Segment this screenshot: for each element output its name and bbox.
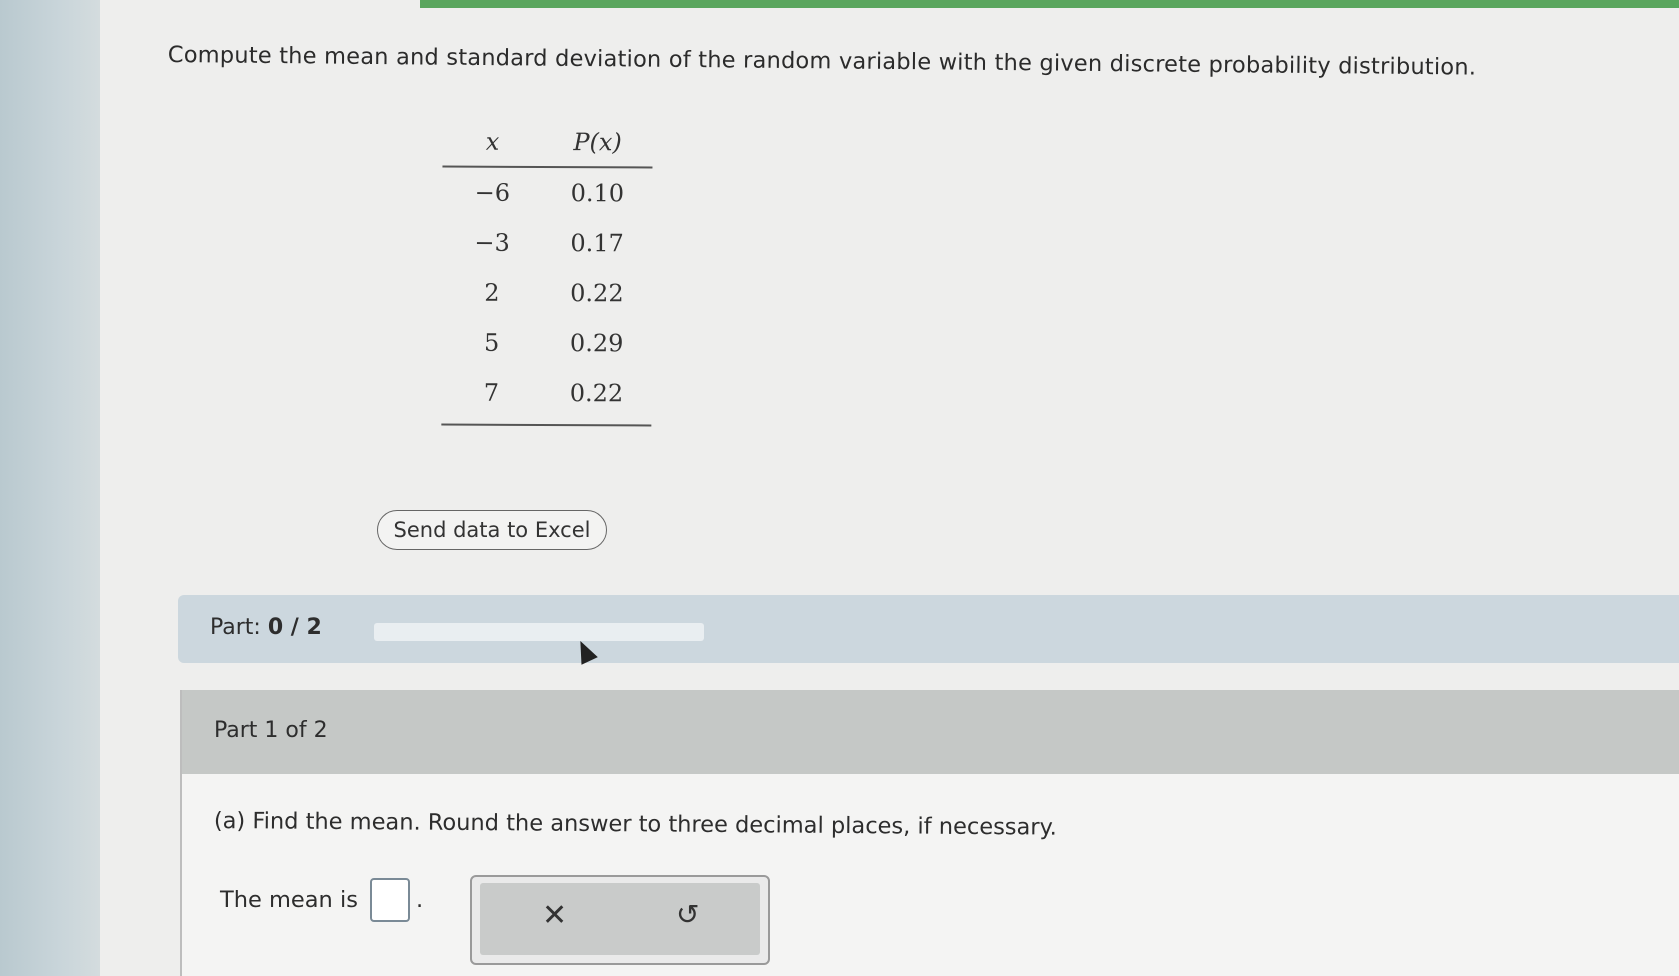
part-progress-label: Part: 0 / 2 xyxy=(210,615,322,640)
part-label-text: Part: xyxy=(210,615,261,640)
part-progress-bar: Part: 0 / 2 xyxy=(178,595,1679,663)
cell-px: 0.29 xyxy=(569,329,624,358)
cell-px: 0.17 xyxy=(570,229,624,258)
mean-answer-line: The mean is . xyxy=(220,878,423,922)
mean-label: The mean is xyxy=(220,887,358,913)
question-a-text: (a) Find the mean. Round the answer to t… xyxy=(213,808,1057,841)
header-x: x xyxy=(485,127,500,156)
cell-x: −3 xyxy=(474,228,510,257)
table-header: x P(x) xyxy=(442,117,653,169)
header-px: P(x) xyxy=(573,128,622,157)
background-edge xyxy=(0,0,100,976)
cell-x: 2 xyxy=(484,278,500,307)
cell-x: −6 xyxy=(474,178,511,207)
table-row: −6 0.10 xyxy=(442,168,652,219)
close-icon[interactable]: ✕ xyxy=(542,901,567,931)
answer-tools-inner: ✕ ↺ xyxy=(480,883,760,955)
table-row: 7 0.22 xyxy=(441,368,651,419)
part-card-header: Part 1 of 2 xyxy=(182,690,1679,774)
probability-table: x P(x) −6 0.10 −3 0.17 2 0.22 5 0.29 7 0… xyxy=(441,117,653,427)
part-card-title: Part 1 of 2 xyxy=(214,718,328,743)
undo-icon[interactable]: ↺ xyxy=(676,901,699,929)
trailing-period: . xyxy=(415,887,424,913)
progress-track xyxy=(374,623,704,641)
table-row: 2 0.22 xyxy=(442,268,652,319)
part-progress-value: 0 / 2 xyxy=(267,615,322,640)
part-card: Part 1 of 2 (a) Find the mean. Round the… xyxy=(180,690,1679,976)
mean-answer-input[interactable] xyxy=(369,878,410,922)
cell-px: 0.22 xyxy=(569,379,624,408)
send-to-excel-button[interactable]: Send data to Excel xyxy=(377,510,607,550)
cell-x: 5 xyxy=(483,328,500,357)
cell-px: 0.10 xyxy=(570,179,625,208)
table-row: −3 0.17 xyxy=(442,218,652,269)
top-progress-strip xyxy=(420,0,1679,8)
answer-tools: ✕ ↺ xyxy=(470,875,770,965)
cell-px: 0.22 xyxy=(570,279,624,308)
table-row: 5 0.29 xyxy=(442,318,652,369)
cell-x: 7 xyxy=(483,378,500,407)
